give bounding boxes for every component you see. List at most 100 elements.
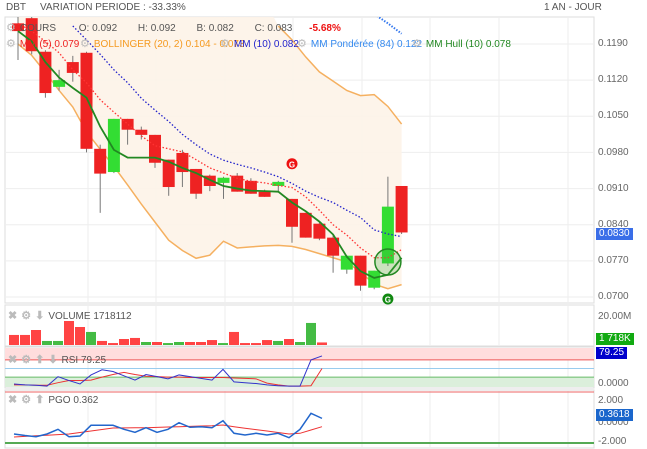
pgo-label: PGO 0.362 [48, 395, 99, 406]
legend-cours: ⚙ COURS O: 0.092 H: 0.092 B: 0.082 C: 0.0… [6, 21, 341, 34]
sell-signal-label: G [289, 160, 295, 169]
arrow-down-icon[interactable]: ⬇ [35, 310, 44, 322]
highlight-circle-icon [374, 248, 402, 276]
pgo-panel-header: ✖ ⚙ ⬆ PGO 0.362 [8, 393, 98, 406]
close-icon[interactable]: ✖ [8, 394, 17, 406]
volume-bar [75, 327, 85, 345]
volume-bar [196, 342, 206, 345]
volume-bar [295, 342, 305, 345]
volume-bar [53, 340, 63, 345]
volume-bar [163, 343, 173, 345]
mm-hull-label: MM Hull (10) 0.078 [425, 39, 511, 50]
volume-bar [207, 340, 217, 345]
rsi-oversold-zone [5, 377, 594, 387]
volume-bar [9, 334, 19, 345]
arrow-down-icon[interactable]: ⬇ [48, 354, 57, 366]
candle-up [107, 118, 120, 173]
rsi-panel-header: ✖ ⚙ ⬆ ⬇ RSI 79.25 [8, 353, 106, 366]
volume-bar [86, 331, 96, 345]
legend-mm-ponderee: ⚙ MM Pondérée (84) 0.122 [297, 37, 422, 50]
rsi-axis-tick: 0.0000 [598, 378, 629, 389]
volume-bar [273, 340, 283, 345]
volume-bar [31, 330, 41, 345]
open-value: O: 0.092 [78, 23, 118, 34]
volume-bar [218, 343, 228, 345]
volume-bar [251, 343, 261, 345]
symbol: DBT [6, 2, 26, 13]
volume-bar [152, 342, 162, 345]
candle-down [94, 148, 107, 174]
price-axis-tick: 0.1120 [598, 74, 628, 86]
volume-bar [97, 340, 107, 345]
volume-bar [317, 342, 327, 345]
arrow-up-icon[interactable]: ⬆ [35, 394, 44, 406]
candle-down [39, 51, 52, 94]
cours-label: COURS [19, 23, 56, 34]
candle-down [395, 185, 408, 233]
current-price-tag: 0.0830 [596, 228, 633, 240]
volume-axis-tick: 20.00M [598, 311, 632, 322]
volume-bar [42, 340, 52, 345]
volume-bar [284, 339, 294, 345]
mm-ponderee-label: MM Pondérée (84) 0.122 [310, 39, 423, 50]
gear-icon[interactable]: ⚙ [412, 38, 422, 50]
candle-down [80, 52, 93, 149]
stock-chart[interactable]: GG [0, 0, 647, 449]
price-axis-tick: 0.0980 [598, 146, 629, 158]
mm5-label: MM (5) 0.079 [19, 39, 80, 50]
period-selector[interactable]: 1 AN - JOUR [544, 2, 602, 13]
legend-mm-hull: ⚙ MM Hull (10) 0.078 [412, 37, 511, 50]
price-axis-tick: 0.0700 [598, 291, 629, 303]
candle-down [299, 212, 312, 238]
gear-icon[interactable]: ⚙ [6, 22, 16, 34]
close-icon[interactable]: ✖ [8, 310, 17, 322]
volume-panel-header: ✖ ⚙ ⬇ VOLUME 1718112 [8, 309, 132, 322]
volume-bar [240, 343, 250, 345]
volume-bar [229, 331, 239, 345]
legend-mm10: ⚙ MM (10) 0.082 [220, 37, 299, 50]
candle-down [66, 62, 79, 73]
volume-bar [130, 337, 140, 345]
volume-bar [174, 342, 184, 345]
volume-label: VOLUME 1718112 [48, 311, 132, 322]
volume-bar [141, 342, 151, 345]
volume-bar [185, 342, 195, 345]
gear-icon[interactable]: ⚙ [21, 394, 31, 406]
arrow-up-icon[interactable]: ⬆ [35, 354, 44, 366]
mm10-label: MM (10) 0.082 [233, 39, 299, 50]
price-axis-tick: 0.0770 [598, 255, 629, 267]
period-variation: VARIATION PERIODE : -33.33% [40, 2, 186, 13]
pgo-axis-tick: 2.000 [598, 395, 624, 406]
rsi-current-tag: 79.25 [596, 347, 628, 359]
volume-bar [306, 322, 316, 345]
volume-bar [108, 343, 118, 345]
volume-bar [119, 339, 129, 345]
change-percent: -5.68% [309, 23, 341, 34]
gear-icon[interactable]: ⚙ [220, 38, 230, 50]
candle-down [244, 180, 257, 194]
rsi-label: RSI 79.25 [61, 355, 107, 366]
gear-icon[interactable]: ⚙ [297, 38, 307, 50]
candle-up [368, 270, 381, 288]
price-axis-tick: 0.1190 [598, 38, 628, 49]
candle-down [258, 191, 271, 197]
volume-bar [64, 321, 74, 345]
close-value: C: 0.083 [254, 23, 293, 34]
pgo-axis-tick: -2.000 [598, 436, 627, 447]
buy-signal-label: G [385, 296, 391, 305]
gear-icon[interactable]: ⚙ [80, 38, 90, 50]
pgo-current-tag: 0.3618 [596, 409, 633, 421]
price-axis-tick: 0.1050 [598, 110, 629, 122]
volume-bar [262, 340, 272, 345]
gear-icon[interactable]: ⚙ [6, 38, 16, 50]
price-axis-tick: 0.0910 [598, 182, 629, 194]
high-value: H: 0.092 [137, 23, 176, 34]
close-icon[interactable]: ✖ [8, 354, 17, 366]
gear-icon[interactable]: ⚙ [21, 354, 31, 366]
gear-icon[interactable]: ⚙ [21, 310, 31, 322]
volume-bar [20, 334, 30, 345]
volume-current-tag: 1 718K [596, 333, 634, 345]
legend-mm5: ⚙ MM (5) 0.079 [6, 37, 79, 50]
low-value: B: 0.082 [196, 23, 234, 34]
candle-up [217, 177, 230, 183]
